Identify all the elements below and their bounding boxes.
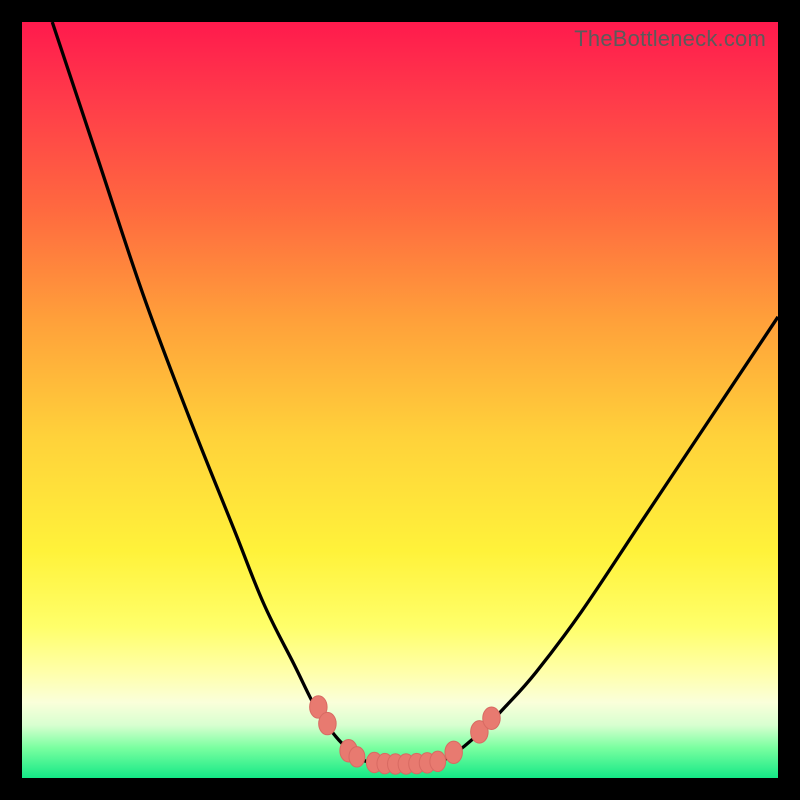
chart-markers [310,696,501,775]
chart-marker [319,712,336,734]
chart-frame: TheBottleneck.com [0,0,800,800]
watermark-text: TheBottleneck.com [574,26,766,52]
chart-marker [430,751,446,771]
left-curve [52,22,373,763]
right-curve [438,317,778,763]
chart-marker [349,747,365,767]
chart-marker [445,741,462,763]
chart-svg [22,22,778,778]
chart-plot-area: TheBottleneck.com [22,22,778,778]
chart-marker [483,707,500,729]
